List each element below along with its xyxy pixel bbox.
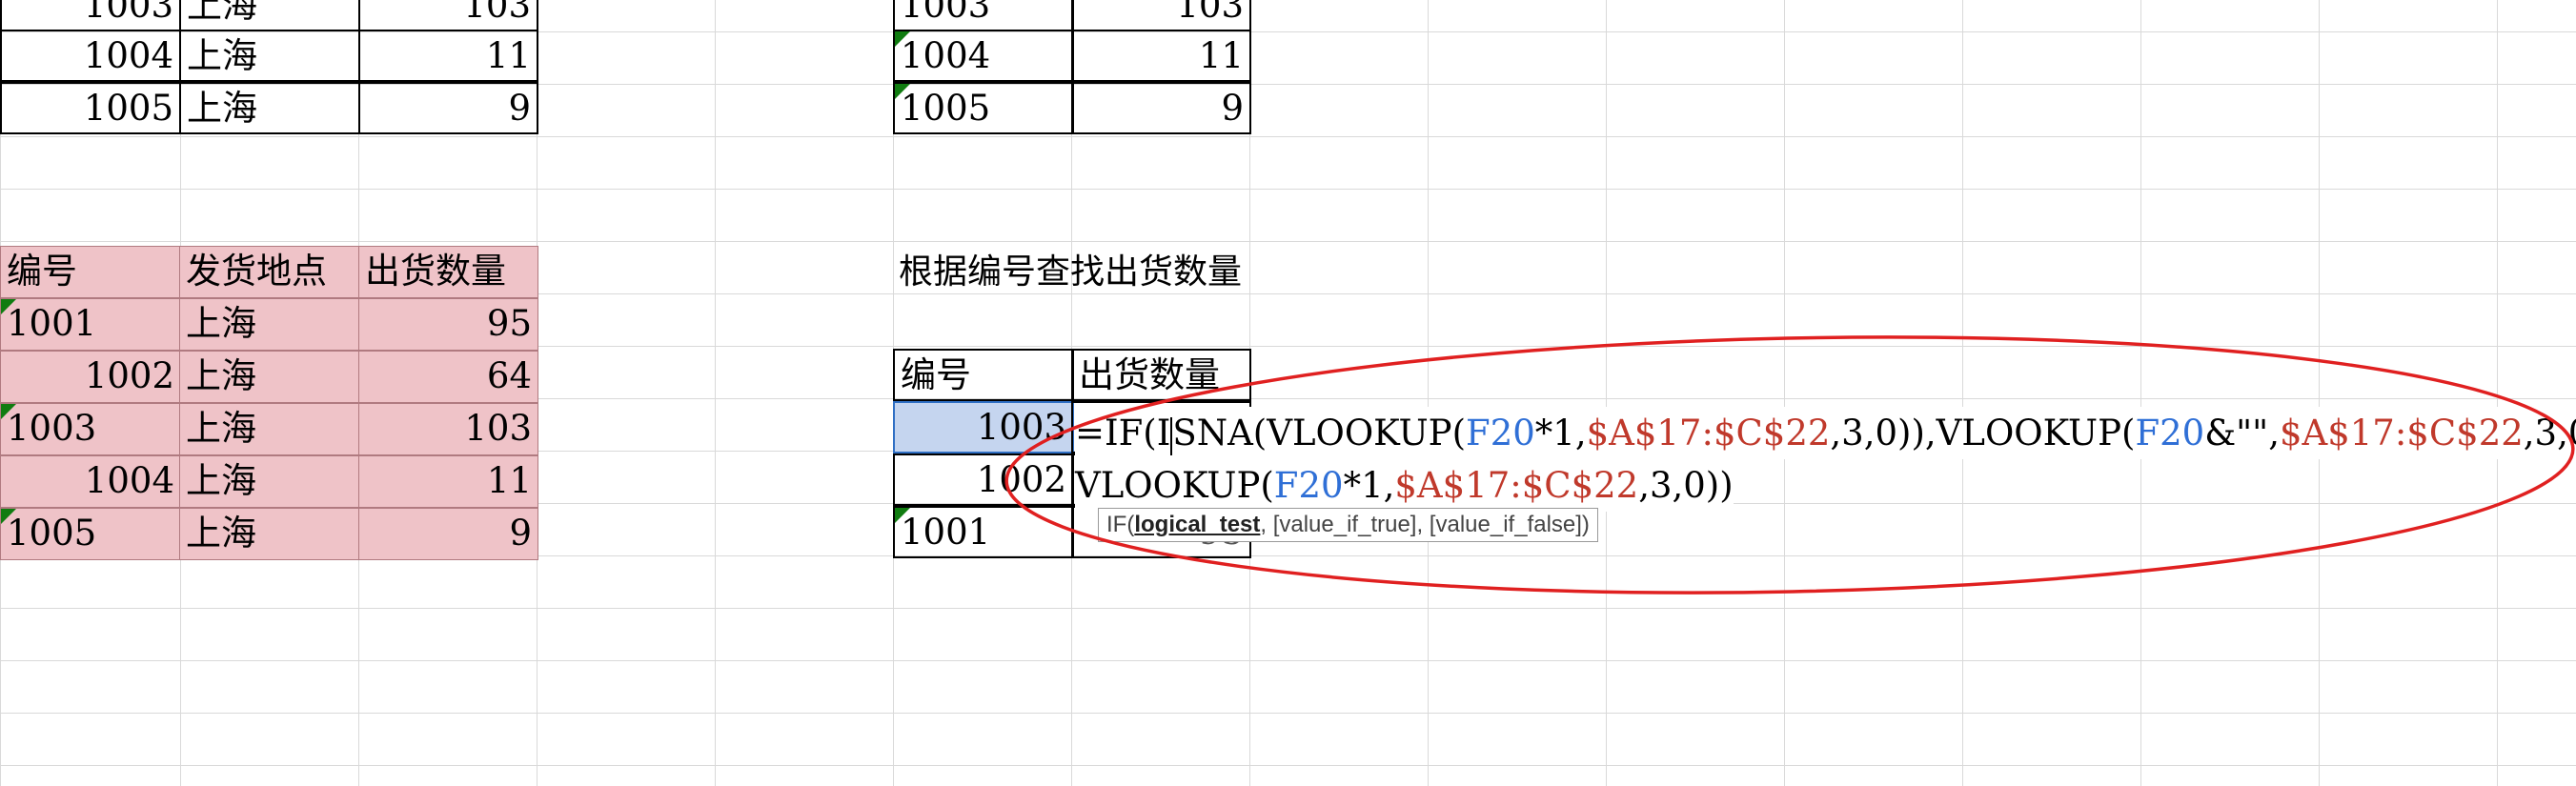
formula-token: ,3,0),: [2523, 413, 2576, 453]
cell-text: 1005: [7, 513, 97, 554]
header-qty[interactable]: 出货数量: [358, 246, 538, 298]
formula-range-ref: $A$17:$C$22: [2279, 413, 2524, 453]
lookup-title: 根据编号查找出货数量: [899, 252, 1243, 292]
text-number-indicator-icon: [895, 84, 910, 99]
lookup-header-id[interactable]: 编号: [893, 349, 1074, 401]
formula-ref-F20: F20: [2135, 413, 2205, 453]
formula-token: ,3,0)): [1638, 465, 1734, 506]
cell-C13[interactable]: 11: [358, 30, 538, 82]
header-id[interactable]: 编号: [0, 246, 181, 298]
cell-F13[interactable]: 11: [1071, 30, 1251, 82]
formula-range-ref: $A$17:$C$22: [1586, 413, 1831, 453]
cell-text: 1001: [7, 303, 97, 344]
formula-token: &"",: [2204, 413, 2280, 453]
cell-A20[interactable]: 1003: [0, 403, 181, 455]
cell-F20-selected[interactable]: 1003: [893, 401, 1074, 453]
text-number-indicator-icon: [1, 404, 16, 419]
cell-B12[interactable]: 上海: [179, 0, 360, 31]
formula-editor-line-2[interactable]: VLOOKUP(F20*1,$A$17:$C$22,3,0)): [1075, 459, 1734, 512]
formula-token: *1,: [1343, 465, 1395, 506]
cell-C21[interactable]: 11: [358, 455, 538, 508]
cell-text: 1005: [901, 88, 991, 129]
cell-C22[interactable]: 9: [358, 508, 538, 560]
cell-B18[interactable]: 上海: [179, 298, 360, 351]
tooltip-function-name[interactable]: IF(: [1106, 512, 1134, 537]
cell-text: 1004: [901, 35, 991, 76]
cell-text: 1003: [7, 408, 97, 449]
cell-C14[interactable]: 9: [358, 82, 538, 134]
cell-A14[interactable]: 1005: [0, 82, 181, 134]
cell-A22[interactable]: 1005: [0, 508, 181, 560]
formula-token: *1,: [1534, 413, 1587, 453]
formula-token: VLOOKUP(: [1075, 465, 1274, 506]
cell-F22[interactable]: 1001: [893, 506, 1074, 558]
formula-token: SNA(VLOOKUP(: [1172, 413, 1467, 453]
cell-B13[interactable]: 上海: [179, 30, 360, 82]
formula-token: =IF(I: [1075, 413, 1171, 453]
cell-C19[interactable]: 64: [358, 351, 538, 403]
cell-A21[interactable]: 1004: [0, 455, 181, 508]
lookup-header-qty[interactable]: 出货数量: [1071, 349, 1251, 401]
cell-F14[interactable]: 9: [1071, 82, 1251, 134]
cell-C12[interactable]: 103: [358, 0, 538, 31]
text-number-indicator-icon: [1, 509, 16, 524]
cell-text: 1001: [901, 512, 991, 553]
tooltip-active-argument[interactable]: logical_test: [1134, 512, 1260, 537]
cell-C20[interactable]: 103: [358, 403, 538, 455]
cell-F21[interactable]: 1002: [893, 453, 1074, 506]
header-place[interactable]: 发货地点: [179, 246, 360, 298]
formula-token: ,3,0)),VLOOKUP(: [1830, 413, 2136, 453]
cell-text: 1003: [901, 0, 991, 26]
cell-E14[interactable]: 1005: [893, 82, 1074, 134]
cell-B20[interactable]: 上海: [179, 403, 360, 455]
tooltip-other-arguments[interactable]: , [value_if_true], [value_if_false]): [1260, 512, 1590, 537]
cell-E12[interactable]: 1003: [893, 0, 1074, 31]
formula-ref-F20: F20: [1466, 413, 1535, 453]
text-number-indicator-icon: [895, 508, 910, 523]
cell-A12[interactable]: 1003: [0, 0, 181, 31]
formula-range-ref: $A$17:$C$22: [1394, 465, 1639, 506]
cell-A19[interactable]: 1002: [0, 351, 181, 403]
cell-B14[interactable]: 上海: [179, 82, 360, 134]
formula-editor-line-1[interactable]: =IF(ISNA(VLOOKUP(F20*1,$A$17:$C$22,3,0))…: [1075, 407, 2576, 459]
cell-B19[interactable]: 上海: [179, 351, 360, 403]
cell-C18[interactable]: 95: [358, 298, 538, 351]
cell-B21[interactable]: 上海: [179, 455, 360, 508]
function-argument-tooltip[interactable]: IF(logical_test, [value_if_true], [value…: [1098, 508, 1598, 542]
cell-E13[interactable]: 1004: [893, 30, 1074, 82]
cell-B22[interactable]: 上海: [179, 508, 360, 560]
cell-A18[interactable]: 1001: [0, 298, 181, 351]
cell-A13[interactable]: 1004: [0, 30, 181, 82]
cell-F12[interactable]: 103: [1071, 0, 1251, 31]
formula-ref-F20: F20: [1273, 465, 1344, 506]
text-number-indicator-icon: [895, 31, 910, 47]
text-number-indicator-icon: [1, 299, 16, 314]
